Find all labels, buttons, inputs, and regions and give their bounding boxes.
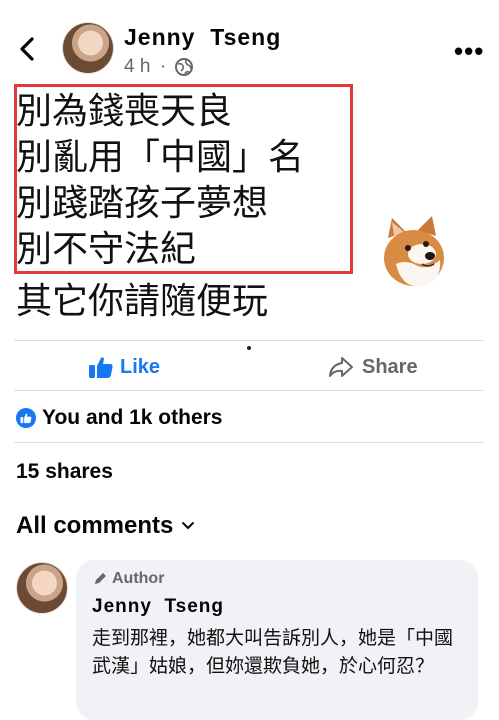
comment-text: 走到那裡，她都大叫告訴別人，她是「中國武漢」姑娘，但妳還欺負她，於心何忍？ bbox=[92, 627, 454, 677]
comments-header: All comments bbox=[16, 512, 174, 539]
divider bbox=[14, 340, 484, 341]
like-button[interactable]: Like bbox=[88, 352, 160, 382]
like-reaction-icon bbox=[16, 408, 36, 428]
reactions-summary[interactable]: You and 1k others bbox=[16, 404, 222, 432]
shares-count[interactable]: 15 shares bbox=[16, 460, 113, 484]
commenter-name[interactable]: Jenny Tseng bbox=[92, 596, 224, 618]
globe-icon bbox=[174, 57, 194, 77]
author-badge: Author bbox=[92, 570, 164, 588]
post-line: 別亂用「中國」名 bbox=[16, 137, 305, 178]
reactions-text: You and 1k others bbox=[42, 406, 223, 429]
pen-icon bbox=[95, 573, 106, 584]
post-line: 別為錢喪天良 bbox=[16, 91, 233, 132]
share-label: Share bbox=[362, 355, 418, 378]
post-line: 別踐踏孩子夢想 bbox=[16, 183, 269, 224]
chevron-left-icon bbox=[20, 37, 34, 61]
dog-sticker bbox=[378, 214, 452, 294]
author-avatar[interactable] bbox=[62, 22, 114, 74]
post-time[interactable]: 4 h bbox=[124, 56, 150, 78]
like-label: Like bbox=[120, 355, 161, 378]
share-arrow-icon bbox=[329, 357, 353, 377]
chevron-down-icon bbox=[182, 522, 195, 530]
thumbs-up-icon bbox=[89, 357, 113, 378]
share-button[interactable]: Share bbox=[328, 352, 418, 382]
commenter-avatar[interactable] bbox=[16, 562, 68, 614]
more-icon[interactable]: ••• bbox=[454, 36, 484, 67]
back-button[interactable] bbox=[14, 30, 40, 68]
author-name[interactable]: Jenny Tseng bbox=[124, 24, 281, 51]
post-line: 別不守法紀 bbox=[16, 229, 197, 270]
divider bbox=[14, 442, 484, 443]
dot-marker bbox=[247, 346, 251, 350]
time-separator: · bbox=[160, 56, 167, 77]
comments-filter[interactable]: All comments bbox=[16, 512, 195, 540]
divider bbox=[14, 390, 484, 391]
author-badge-label: Author bbox=[112, 570, 165, 587]
post-line: 其它你請隨便玩 bbox=[16, 281, 269, 322]
